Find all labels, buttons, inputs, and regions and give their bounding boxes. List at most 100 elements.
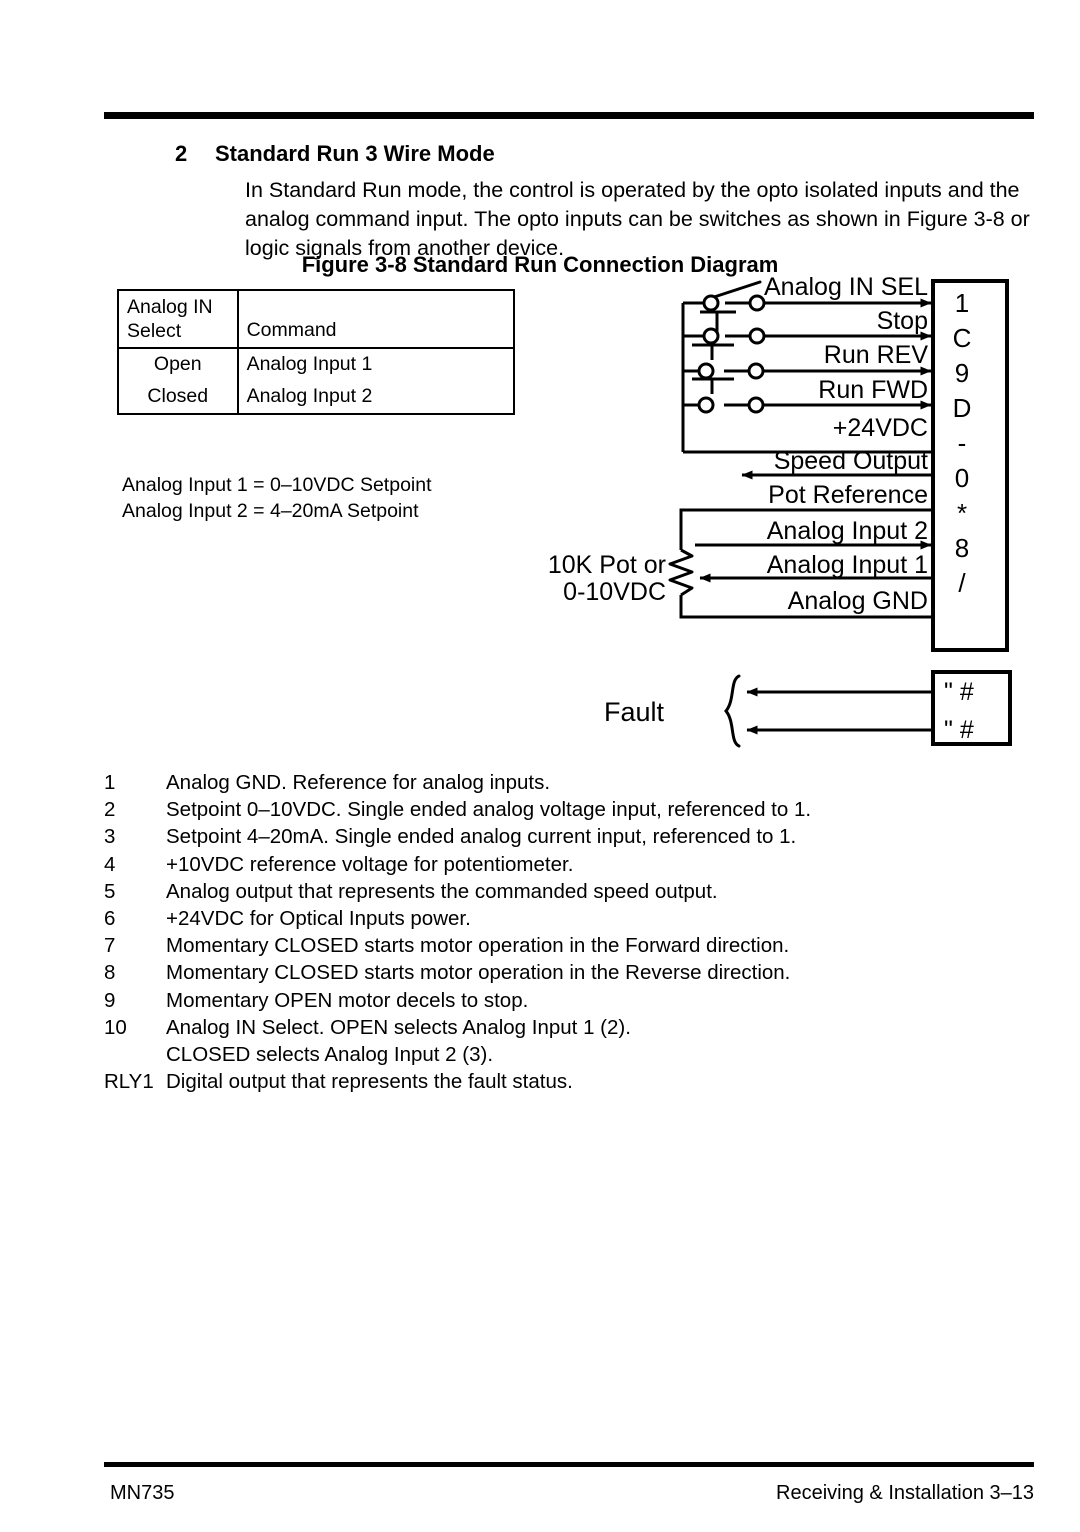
wire-analog-gnd <box>679 595 931 619</box>
list-item: 1 Analog GND. Reference for analog input… <box>104 769 1004 796</box>
contact-run-rev-right <box>747 362 765 380</box>
footer-page-reference: Receiving & Installation 3–13 <box>776 1482 1034 1504</box>
contact-run-fwd-right <box>747 396 765 414</box>
list-item-text: Digital output that represents the fault… <box>166 1070 573 1094</box>
terminal-number-7: * <box>957 498 967 528</box>
table-cell-select-closed: Closed <box>147 385 209 407</box>
section-number: 2 <box>175 141 188 166</box>
table-cell-command-input1: Analog Input 1 <box>246 353 373 375</box>
list-item: 3 Setpoint 4–20mA. Single ended analog c… <box>104 823 1004 850</box>
signal-label-analog-gnd: Analog GND <box>788 587 928 615</box>
table-header-select: Analog IN Select <box>117 289 239 349</box>
table-header-select-line1: Analog IN <box>127 296 213 318</box>
terminal-number-8: 8 <box>955 533 969 563</box>
table-header-select-line2: Select <box>127 320 182 342</box>
list-item-number: 8 <box>104 961 116 985</box>
list-item: 8 Momentary CLOSED starts motor operatio… <box>104 959 1004 986</box>
terminal-number-6: 0 <box>955 463 969 493</box>
contact-run-rev-left <box>697 362 715 380</box>
terminal-number-5: - <box>958 428 967 458</box>
fault-relay-block <box>931 670 1012 746</box>
contact-analog-in-sel-right <box>748 294 766 312</box>
switch-blade-analog-in-sel <box>706 280 762 301</box>
list-item-text: Momentary CLOSED starts motor operation … <box>166 934 790 958</box>
fault-terminal-2: " # <box>944 716 974 744</box>
signal-label-stop: Stop <box>877 307 928 335</box>
terminal-description-list: 1 Analog GND. Reference for analog input… <box>104 769 1004 1095</box>
signal-label-pot-reference: Pot Reference <box>768 481 928 509</box>
table-cell-select: Open Closed <box>117 347 239 415</box>
signal-label-analog-input-1: Analog Input 1 <box>767 551 928 579</box>
list-item: 5 Analog output that represents the comm… <box>104 878 1004 905</box>
list-item: RLY1 Digital output that represents the … <box>104 1068 1004 1095</box>
fault-brace <box>724 674 741 748</box>
contact-analog-in-sel-left <box>702 294 720 312</box>
signal-label-plus24vdc: +24VDC <box>833 414 928 442</box>
list-item: 2 Setpoint 0–10VDC. Single ended analog … <box>104 796 1004 823</box>
terminal-number-4: D <box>953 393 972 423</box>
signal-label-speed-output: Speed Output <box>774 447 928 475</box>
figure-caption-title: Standard Run Connection Diagram <box>412 252 779 277</box>
potentiometer-symbol <box>668 548 694 597</box>
list-item-text: Momentary OPEN motor decels to stop. <box>166 988 529 1012</box>
signal-label-analog-input-2: Analog Input 2 <box>767 517 928 545</box>
list-item-text: +24VDC for Optical Inputs power. <box>166 907 471 931</box>
table-row: Open Closed Analog Input 1 Analog Input … <box>117 347 516 415</box>
page-title: Standard Run 3 Wire Mode <box>215 141 495 166</box>
table-header-command: Command <box>236 289 516 349</box>
potentiometer-label: 10K Pot or 0-10VDC <box>548 551 666 606</box>
list-item-text: Analog IN Select. OPEN selects Analog In… <box>166 1015 631 1039</box>
list-item-number: 3 <box>104 825 116 849</box>
list-item-number: 7 <box>104 934 116 958</box>
analog-in-select-table: Analog IN Select Command Open Closed Ana… <box>117 289 516 415</box>
list-item: 9 Momentary OPEN motor decels to stop. <box>104 987 1004 1014</box>
signal-label-run-rev: Run REV <box>824 341 929 369</box>
list-item-text: Analog GND. Reference for analog inputs. <box>166 771 551 794</box>
list-item-text: Setpoint 0–10VDC. Single ended analog vo… <box>166 798 812 822</box>
pot-label-line2: 0-10VDC <box>563 578 666 606</box>
wire-pot-reference <box>679 508 931 550</box>
list-item: 10 Analog IN Select. OPEN selects Analog… <box>104 1014 1004 1068</box>
analog-input-note-2: Analog Input 2 = 4–20mA Setpoint <box>122 500 419 522</box>
contact-stop-right <box>748 327 766 345</box>
list-item-text: Momentary CLOSED starts motor operation … <box>166 961 791 985</box>
signal-label-run-fwd: Run FWD <box>818 376 928 404</box>
fault-relay-terminals: " # " # <box>944 678 974 744</box>
terminal-number-3: 9 <box>955 358 969 388</box>
list-item: 6 +24VDC for Optical Inputs power. <box>104 905 1004 932</box>
pot-label-line1: 10K Pot or <box>548 551 666 579</box>
figure-caption-number: Figure 3-8 <box>301 252 407 277</box>
list-item-number: 5 <box>104 879 116 903</box>
analog-input-note-1: Analog Input 1 = 0–10VDC Setpoint <box>122 474 432 496</box>
list-item-number: 6 <box>104 907 116 931</box>
analog-input-notes: Analog Input 1 = 0–10VDC Setpoint Analog… <box>122 472 432 524</box>
table-header-command-label: Command <box>246 319 337 341</box>
fault-terminal-1: " # <box>944 678 974 706</box>
terminal-numbers: 1 C 9 D - 0 * 8 / <box>953 288 972 598</box>
fault-label: Fault <box>604 697 665 727</box>
contact-run-fwd-left <box>697 396 715 414</box>
intro-paragraph: In Standard Run mode, the control is ope… <box>245 178 1030 260</box>
switch-contacts <box>697 294 766 414</box>
list-item: 4 +10VDC reference voltage for potentiom… <box>104 851 1004 878</box>
list-item: 7 Momentary CLOSED starts motor operatio… <box>104 932 1004 959</box>
list-item-number: 4 <box>104 852 116 876</box>
diagram-wires <box>668 280 932 735</box>
table-cell-command: Analog Input 1 Analog Input 2 <box>236 347 516 415</box>
terminal-number-2: C <box>953 323 972 353</box>
table-cell-select-open: Open <box>153 353 202 375</box>
terminal-block <box>931 279 1009 652</box>
table-header-row: Analog IN Select Command <box>117 289 516 349</box>
list-item-number: 1 <box>104 771 116 794</box>
list-item-text-continued: CLOSED selects Analog Input 2 (3). <box>166 1043 494 1067</box>
list-item-number: 9 <box>104 988 116 1012</box>
terminal-number-9: / <box>958 568 966 598</box>
table-cell-command-input2: Analog Input 2 <box>246 385 373 407</box>
figure-caption: Figure 3-8 Standard Run Connection Diagra… <box>0 252 1080 278</box>
list-item-text: Setpoint 4–20mA. Single ended analog cur… <box>166 825 797 849</box>
list-item-text: +10VDC reference voltage for potentiomet… <box>166 852 574 876</box>
contact-stop-left <box>702 327 720 345</box>
list-item-number: RLY1 <box>104 1070 154 1094</box>
list-item-text: Analog output that represents the comman… <box>166 879 718 903</box>
header-rule <box>104 112 1034 119</box>
